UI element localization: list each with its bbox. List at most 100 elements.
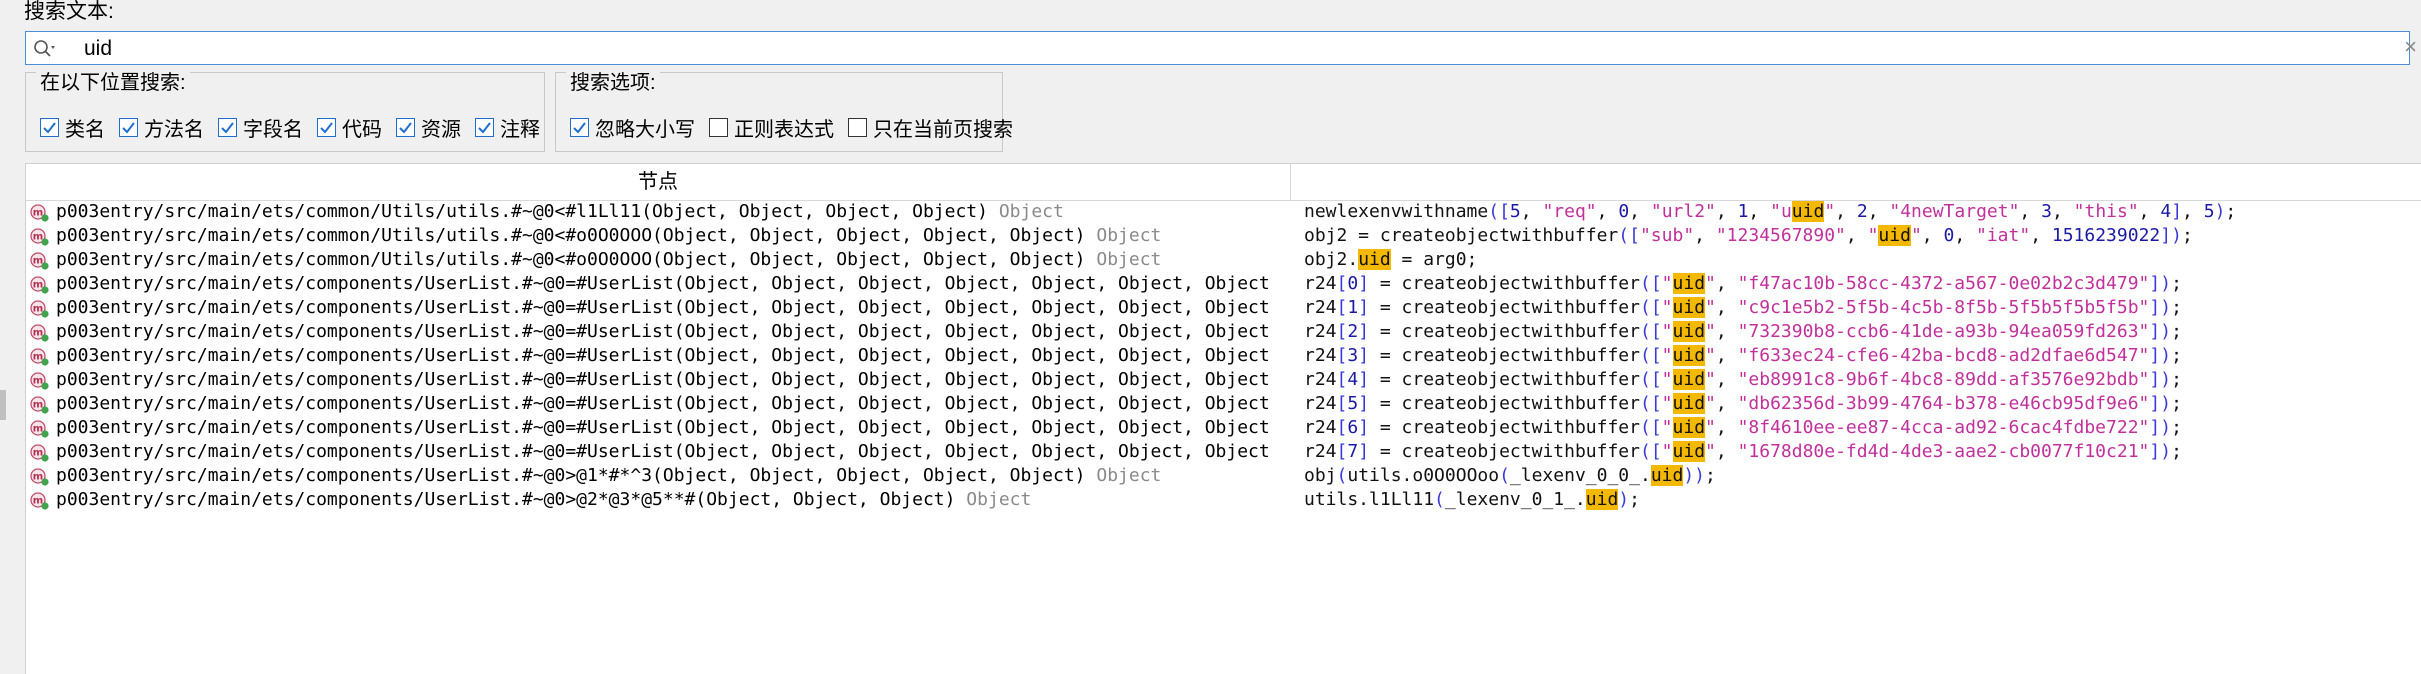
- search-options-list: 忽略大小写 正则表达式 只在当前页搜索: [570, 113, 1027, 142]
- match-highlight: uid: [1672, 273, 1706, 294]
- search-text-label: 搜索文本:: [24, 0, 114, 23]
- result-row-code[interactable]: r24[4] = createobjectwithbuffer(["uid", …: [1304, 368, 2421, 392]
- node-return-type: Object: [987, 201, 1064, 222]
- node-return-type: Object: [955, 489, 1032, 510]
- match-highlight: uid: [1672, 369, 1706, 390]
- result-row-node[interactable]: m p003entry/src/main/ets/components/UserL…: [26, 416, 1291, 440]
- node-path: p003entry/src/main/ets/components/UserLi…: [56, 297, 1270, 318]
- result-row-node[interactable]: m p003entry/src/main/ets/components/UserL…: [26, 320, 1291, 344]
- method-icon: m: [30, 372, 49, 390]
- method-icon: m: [30, 252, 49, 270]
- method-icon: m: [30, 468, 49, 486]
- result-row-node[interactable]: m p003entry/src/main/ets/components/UserL…: [26, 272, 1291, 296]
- search-box[interactable]: ×: [25, 31, 2417, 65]
- search-icon[interactable]: [32, 38, 56, 60]
- checkmark-icon[interactable]: [40, 118, 59, 137]
- method-icon: m: [30, 324, 49, 342]
- node-path: p003entry/src/main/ets/components/UserLi…: [56, 417, 1270, 438]
- location-checkbox-5[interactable]: 注释: [475, 113, 540, 142]
- location-checkbox-1[interactable]: 方法名: [119, 113, 204, 142]
- search-input[interactable]: [84, 35, 2284, 63]
- location-checkbox-0[interactable]: 类名: [40, 113, 105, 142]
- clear-icon[interactable]: ×: [2404, 34, 2417, 60]
- result-row-code[interactable]: r24[7] = createobjectwithbuffer(["uid", …: [1304, 440, 2421, 464]
- result-row-node[interactable]: m p003entry/src/main/ets/components/UserL…: [26, 368, 1291, 392]
- result-row-code[interactable]: newlexenvwithname([5, "req", 0, "url2", …: [1304, 200, 2421, 224]
- method-icon: m: [30, 492, 49, 510]
- result-row-node[interactable]: m p003entry/src/main/ets/common/Utils/uti…: [26, 224, 1291, 248]
- result-row-node[interactable]: m p003entry/src/main/ets/components/UserL…: [26, 344, 1291, 368]
- location-checkbox-4[interactable]: 资源: [396, 113, 461, 142]
- location-checkbox-label: 资源: [421, 119, 461, 141]
- result-row-code[interactable]: utils.l1Ll11(_lexenv_0_1_.uid);: [1304, 488, 2421, 512]
- match-highlight: uid: [1672, 321, 1706, 342]
- result-row-node[interactable]: m p003entry/src/main/ets/components/UserL…: [26, 392, 1291, 416]
- method-icon: m: [30, 420, 49, 438]
- result-row-node[interactable]: m p003entry/src/main/ets/components/UserL…: [26, 296, 1291, 320]
- column-header-code[interactable]: [1291, 164, 2421, 201]
- match-highlight: uid: [1791, 201, 1825, 222]
- result-row-node[interactable]: m p003entry/src/main/ets/common/Utils/uti…: [26, 248, 1291, 272]
- location-checkbox-2[interactable]: 字段名: [218, 113, 303, 142]
- node-path: p003entry/src/main/ets/common/Utils/util…: [56, 249, 1086, 270]
- node-path: p003entry/src/main/ets/components/UserLi…: [56, 441, 1270, 462]
- checkmark-icon[interactable]: [396, 118, 415, 137]
- checkmark-icon[interactable]: [475, 118, 494, 137]
- method-icon: m: [30, 300, 49, 318]
- checkbox-empty-icon[interactable]: [848, 118, 867, 137]
- result-row-node[interactable]: m p003entry/src/main/ets/components/UserL…: [26, 440, 1291, 464]
- checkmark-icon[interactable]: [317, 118, 336, 137]
- match-highlight: uid: [1878, 225, 1911, 246]
- node-path: p003entry/src/main/ets/components/UserLi…: [56, 321, 1270, 342]
- checkbox-empty-icon[interactable]: [709, 118, 728, 137]
- option-checkbox-1[interactable]: 正则表达式: [709, 113, 834, 142]
- result-row-code[interactable]: r24[6] = createobjectwithbuffer(["uid", …: [1304, 416, 2421, 440]
- result-row-code[interactable]: r24[3] = createobjectwithbuffer(["uid", …: [1304, 344, 2421, 368]
- method-icon: m: [30, 204, 49, 222]
- node-return-type: Object: [1085, 225, 1162, 246]
- result-row-node[interactable]: m p003entry/src/main/ets/common/Utils/uti…: [26, 200, 1291, 224]
- match-highlight: uid: [1650, 465, 1684, 486]
- result-row-code[interactable]: r24[5] = createobjectwithbuffer(["uid", …: [1304, 392, 2421, 416]
- option-checkbox-0[interactable]: 忽略大小写: [570, 113, 695, 142]
- option-checkbox-2[interactable]: 只在当前页搜索: [848, 113, 1013, 142]
- method-icon: m: [30, 348, 49, 366]
- checkmark-icon[interactable]: [570, 118, 589, 137]
- scrollbar-handle[interactable]: [0, 390, 6, 420]
- match-highlight: uid: [1358, 249, 1391, 270]
- result-row-code[interactable]: r24[2] = createobjectwithbuffer(["uid", …: [1304, 320, 2421, 344]
- node-path: p003entry/src/main/ets/components/UserLi…: [56, 489, 956, 510]
- result-row-code[interactable]: obj2.uid = arg0;: [1304, 248, 2421, 272]
- location-checkbox-3[interactable]: 代码: [317, 113, 382, 142]
- location-checkbox-label: 字段名: [243, 119, 303, 141]
- code-column: newlexenvwithname([5, "req", 0, "url2", …: [1304, 200, 2421, 512]
- node-path: p003entry/src/main/ets/common/Utils/util…: [56, 201, 988, 222]
- node-path: p003entry/src/main/ets/components/UserLi…: [56, 369, 1270, 390]
- result-row-node[interactable]: m p003entry/src/main/ets/components/UserL…: [26, 464, 1291, 488]
- node-return-type: Object: [1085, 465, 1162, 486]
- method-icon: m: [30, 444, 49, 462]
- search-options-legend: 搜索选项:: [566, 71, 660, 95]
- checkmark-icon[interactable]: [218, 118, 237, 137]
- checkmark-icon[interactable]: [119, 118, 138, 137]
- result-row-node[interactable]: m p003entry/src/main/ets/components/UserL…: [26, 488, 1291, 512]
- search-location-legend: 在以下位置搜索:: [36, 71, 190, 95]
- result-row-code[interactable]: r24[0] = createobjectwithbuffer(["uid", …: [1304, 272, 2421, 296]
- search-location-options: 类名 方法名 字段名 代码 资源 注释: [40, 113, 554, 142]
- match-highlight: uid: [1672, 417, 1706, 438]
- search-options-group: 搜索选项: 忽略大小写 正则表达式 只在当前页搜索: [555, 71, 1013, 152]
- match-highlight: uid: [1672, 297, 1706, 318]
- method-icon: m: [30, 396, 49, 414]
- column-header-node[interactable]: 节点: [26, 164, 1291, 201]
- result-row-code[interactable]: obj(utils.o0O0OOoo(_lexenv_0_0_.uid));: [1304, 464, 2421, 488]
- result-row-code[interactable]: r24[1] = createobjectwithbuffer(["uid", …: [1304, 296, 2421, 320]
- match-highlight: uid: [1672, 393, 1706, 414]
- search-location-group: 在以下位置搜索: 类名 方法名 字段名 代码 资源 注释: [25, 71, 545, 152]
- node-path: p003entry/src/main/ets/common/Utils/util…: [56, 225, 1086, 246]
- match-highlight: uid: [1672, 345, 1706, 366]
- option-checkbox-label: 正则表达式: [734, 119, 834, 141]
- result-row-code[interactable]: obj2 = createobjectwithbuffer(["sub", "1…: [1304, 224, 2421, 248]
- location-checkbox-label: 方法名: [144, 119, 204, 141]
- match-highlight: uid: [1672, 441, 1706, 462]
- option-checkbox-label: 忽略大小写: [595, 119, 695, 141]
